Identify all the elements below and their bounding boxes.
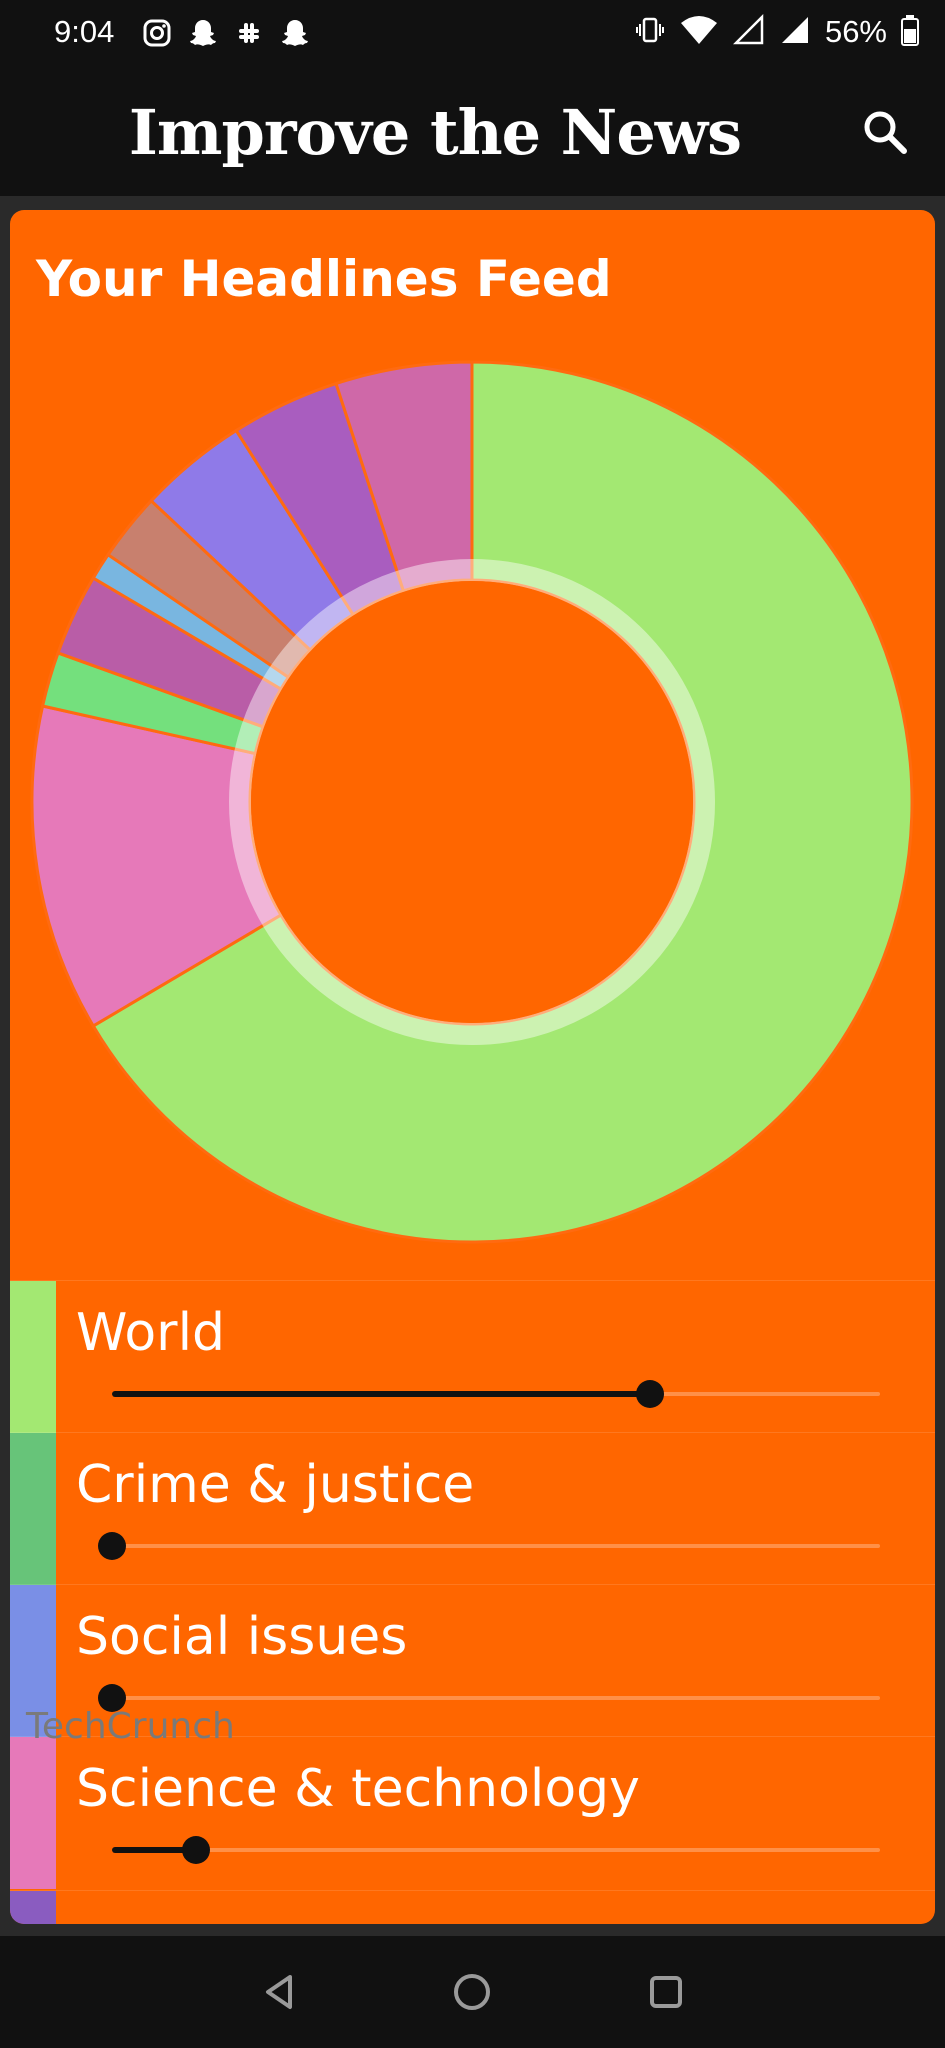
signal-icon (779, 14, 811, 50)
snapchat-icon (278, 16, 312, 50)
snapchat-icon (186, 16, 220, 50)
topic-label: Social issues (76, 1607, 408, 1667)
partial-topic-row[interactable] (10, 1890, 935, 1924)
status-bar: 9:04 56% (0, 0, 945, 66)
headlines-feed-card: Your Headlines Feed World Crime & justice… (10, 210, 935, 1924)
topic-slider[interactable] (98, 1532, 880, 1560)
slider-track[interactable] (112, 1848, 880, 1852)
notification-icons (140, 16, 312, 50)
back-button[interactable] (250, 1962, 310, 2022)
slider-thumb[interactable] (98, 1532, 126, 1560)
navigation-bar (0, 1936, 945, 2048)
signal-empty-icon (732, 13, 765, 50)
app-header: Improve the News (0, 66, 945, 196)
slider-track[interactable] (112, 1696, 880, 1700)
topic-label: Science & technology (76, 1759, 640, 1819)
card-title: Your Headlines Feed (36, 250, 612, 308)
topic-slider[interactable] (112, 1836, 880, 1864)
home-circle-icon (454, 1974, 490, 2010)
wifi-icon (679, 14, 719, 50)
slider-fill (112, 1391, 650, 1397)
back-triangle-icon (266, 1975, 292, 2009)
topic-donut-chart[interactable] (30, 360, 915, 1245)
topic-row: World (10, 1280, 935, 1433)
topic-label: Crime & justice (76, 1455, 475, 1515)
recents-square-icon (650, 1976, 682, 2008)
instagram-icon (140, 16, 174, 50)
battery-icon (901, 14, 919, 50)
topic-color-bar (10, 1433, 56, 1585)
battery-percentage: 56% (824, 14, 887, 49)
topic-color-bar (10, 1281, 56, 1433)
partial-source-label: TechCrunch (26, 1706, 235, 1747)
slider-thumb[interactable] (182, 1836, 211, 1864)
vibrate-icon (635, 15, 665, 49)
slider-track[interactable] (112, 1544, 880, 1548)
donut-hole (251, 581, 693, 1023)
slider-thumb[interactable] (635, 1380, 664, 1408)
topic-row: Science & technology (10, 1736, 935, 1889)
status-time: 9:04 (54, 14, 115, 49)
recents-button[interactable] (636, 1962, 696, 2022)
topic-slider[interactable] (112, 1380, 880, 1408)
app-title: Improve the News (128, 96, 742, 169)
topic-row: Crime & justice (10, 1432, 935, 1585)
topic-label: World (76, 1303, 226, 1363)
search-icon (864, 111, 907, 154)
home-button[interactable] (442, 1962, 502, 2022)
topic-color-bar (10, 1891, 56, 1924)
search-button[interactable] (859, 106, 911, 158)
topic-color-bar (10, 1737, 56, 1889)
system-icons: 56% (635, 13, 919, 50)
slack-icon (232, 16, 266, 50)
